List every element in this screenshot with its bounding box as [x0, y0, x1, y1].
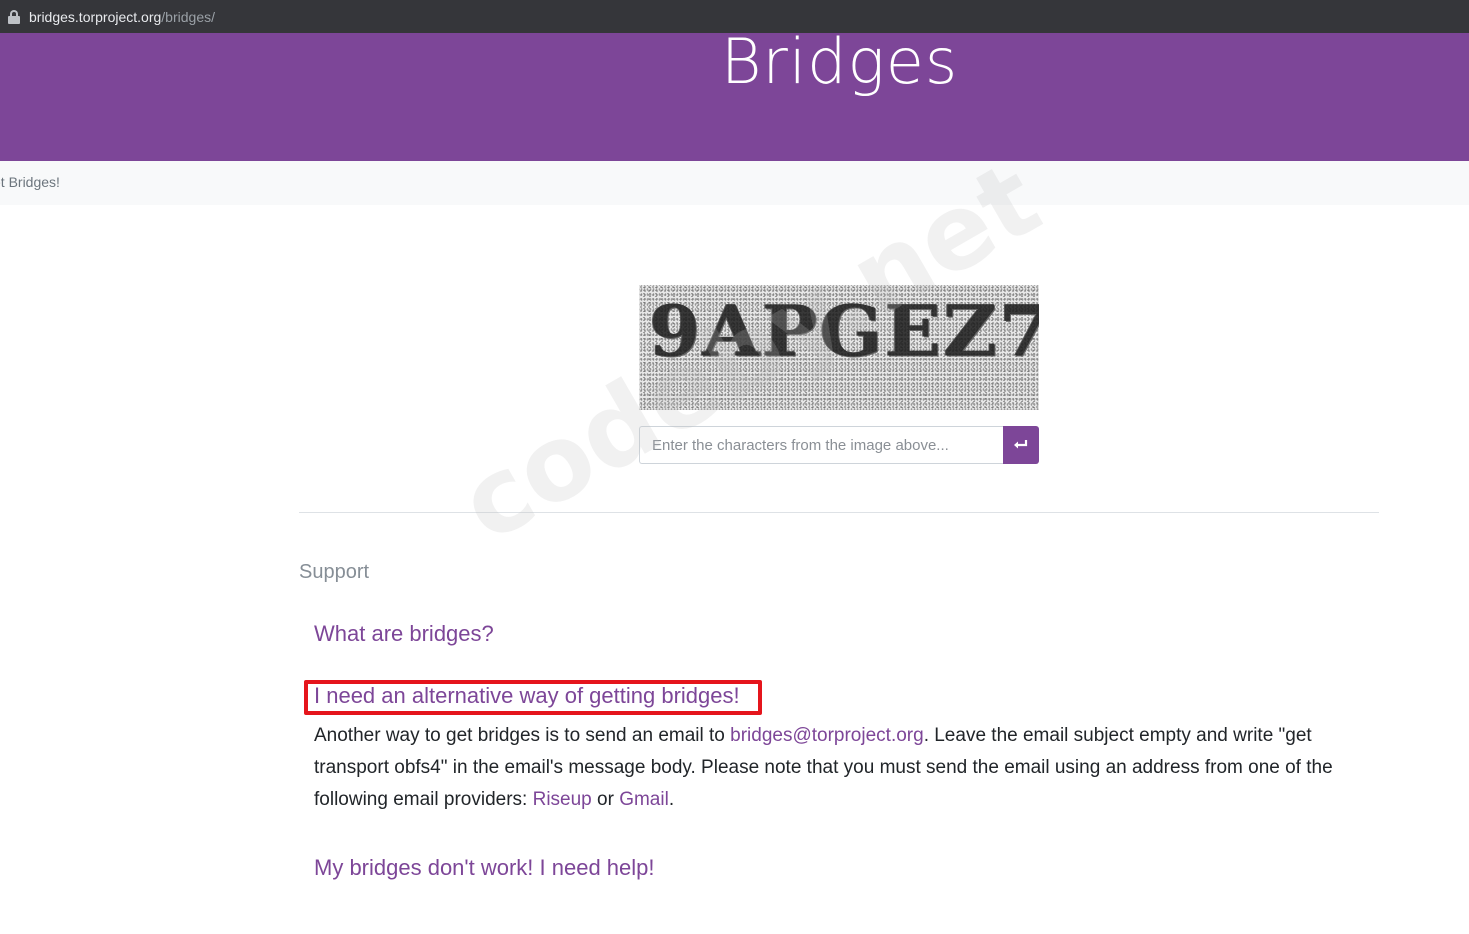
- gmail-link[interactable]: Gmail: [619, 789, 669, 810]
- faq-answer-alternative-way: Another way to get bridges is to send an…: [314, 720, 1384, 816]
- hero-banner: Bridges: [0, 33, 1469, 161]
- page-title: Bridges: [720, 33, 959, 98]
- answer-text: Another way to get bridges is to send an…: [314, 725, 731, 746]
- highlight-annotation-box: [304, 680, 762, 715]
- answer-text: .: [668, 789, 675, 810]
- captcha-input[interactable]: [639, 426, 1003, 464]
- section-divider: [299, 512, 1379, 513]
- faq-what-are-bridges[interactable]: What are bridges?: [314, 621, 494, 647]
- url-path: /bridges/: [161, 8, 215, 25]
- email-link[interactable]: bridges@torproject.org: [730, 725, 924, 746]
- answer-text: or: [591, 789, 620, 810]
- breadcrumb-item[interactable]: et Bridges!: [0, 174, 60, 190]
- captcha-form: [639, 426, 1039, 464]
- url-host: bridges.torproject.org: [29, 8, 162, 25]
- support-heading: Support: [299, 561, 370, 583]
- lock-icon[interactable]: [8, 9, 20, 24]
- breadcrumb: et Bridges!: [0, 161, 1469, 205]
- enter-return-icon: [1014, 440, 1028, 449]
- captcha-submit-button[interactable]: [1003, 426, 1039, 464]
- faq-bridges-dont-work[interactable]: My bridges don't work! I need help!: [314, 855, 655, 881]
- riseup-link[interactable]: Riseup: [533, 789, 592, 810]
- captcha-image: 9APGEZ7: [639, 285, 1039, 410]
- address-bar[interactable]: bridges.torproject.org/bridges/: [0, 0, 1469, 33]
- captcha-characters: 9APGEZ7: [649, 291, 1039, 373]
